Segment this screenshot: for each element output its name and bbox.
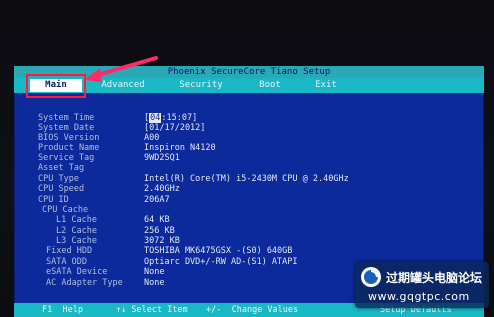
- time-cursor[interactable]: 04: [149, 113, 162, 123]
- footer-help: F1 Help: [42, 305, 83, 315]
- value-ac-adapter-type: None: [144, 278, 165, 288]
- watermark-url: www.gqgtpc.com: [368, 290, 470, 303]
- value-l3-cache: 3072 KB: [144, 236, 180, 246]
- label-product-name: Product Name: [38, 143, 100, 153]
- watermark-logo-icon: [361, 267, 381, 287]
- watermark-name: 过期罐头电脑论坛: [386, 271, 483, 285]
- label-esata-device: eSATA Device: [46, 267, 108, 277]
- time-rest: :15:07]: [161, 113, 198, 123]
- tab-security[interactable]: Security: [170, 79, 232, 92]
- label-fixed-hdd: Fixed HDD: [46, 246, 93, 256]
- label-cpu-speed: CPU Speed: [38, 184, 85, 194]
- label-service-tag: Service Tag: [38, 153, 95, 163]
- label-system-date: System Date: [38, 123, 95, 133]
- tab-exit[interactable]: Exit: [306, 79, 346, 92]
- value-cpu-type: Intel(R) Core(TM) i5-2430M CPU @ 2.40GHz: [144, 174, 349, 184]
- label-sata-odd: SATA ODD: [46, 257, 87, 267]
- value-esata-device: None: [144, 267, 165, 277]
- value-product-name: Inspiron N4120: [144, 143, 216, 153]
- label-cpu-id: CPU ID: [38, 195, 69, 205]
- label-bios-version: BIOS Version: [38, 133, 100, 143]
- value-l2-cache: 256 KB: [144, 226, 175, 236]
- label-cpu-type: CPU Type: [38, 174, 79, 184]
- value-system-time[interactable]: [04:15:07]: [144, 113, 197, 123]
- footer-select-item: ↑↓ Select Item: [116, 305, 188, 315]
- tab-boot[interactable]: Boot: [250, 79, 290, 92]
- label-ac-adapter-type: AC Adapter Type: [46, 278, 123, 288]
- label-cpu-cache: CPU Cache: [42, 205, 89, 215]
- value-system-date[interactable]: [01/17/2012]: [144, 123, 205, 133]
- value-service-tag: 9WD2SQ1: [144, 153, 180, 163]
- label-asset-tag: Asset Tag: [38, 163, 85, 173]
- annotation-arrow-icon: [84, 56, 158, 82]
- value-sata-odd: Optiarc DVD+/-RW AD-(S1) ATAPI: [144, 257, 298, 267]
- label-l2-cache: L2 Cache: [56, 226, 97, 236]
- value-cpu-speed: 2.40GHz: [144, 184, 180, 194]
- label-system-time: System Time: [38, 113, 95, 123]
- value-fixed-hdd: TOSHIBA MK6475GSX -(S0) 640GB: [144, 246, 293, 256]
- value-l1-cache: 64 KB: [144, 215, 170, 225]
- annotation-box: [26, 74, 86, 98]
- footer-change-values: +/- Change Values: [206, 305, 299, 315]
- value-cpu-id: 206A7: [144, 195, 170, 205]
- value-bios-version: A00: [144, 133, 160, 143]
- label-l1-cache: L1 Cache: [56, 215, 97, 225]
- label-l3-cache: L3 Cache: [56, 236, 97, 246]
